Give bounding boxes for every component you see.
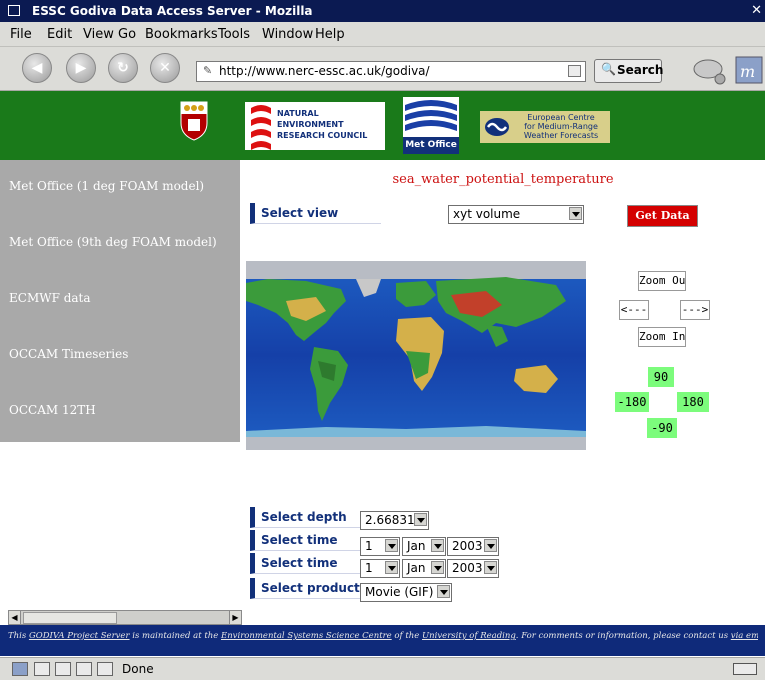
nerc-line-2: ENVIRONMENT — [277, 120, 344, 129]
sidebar-item-occam-timeseries[interactable]: OCCAM Timeseries — [9, 347, 128, 361]
search-icon: 🔍 — [601, 62, 616, 76]
menu-view[interactable]: View — [83, 27, 114, 42]
variable-title: sea_water_potential_temperature — [392, 172, 614, 187]
reading-link[interactable]: University of Reading — [422, 631, 516, 641]
metoffice-logo: Met Office — [403, 97, 459, 154]
throbber: m — [690, 51, 765, 87]
svg-text:m: m — [740, 62, 755, 81]
depth-select[interactable]: 2.66831 — [360, 511, 429, 530]
connection-icon — [733, 663, 757, 675]
mail-icon[interactable] — [34, 662, 50, 676]
get-data-button[interactable]: Get Data — [627, 205, 698, 227]
zoom-in-button[interactable]: Zoom In — [638, 327, 686, 347]
ecmwf-line-1: European Centre — [527, 113, 595, 122]
scroll-left-icon[interactable]: ◀ — [9, 611, 21, 624]
menu-help[interactable]: Help — [315, 27, 345, 42]
scroll-right-icon[interactable]: ▶ — [229, 611, 241, 624]
close-icon[interactable]: ✕ — [751, 3, 762, 18]
chat-icon[interactable] — [55, 662, 71, 676]
window-title-bar: ESSC Godiva Data Access Server - Mozilla… — [0, 0, 765, 22]
url-text[interactable]: http://www.nerc-essc.ac.uk/godiva/ — [219, 64, 430, 78]
url-dropdown-icon[interactable] — [568, 65, 581, 77]
time-start-day-select[interactable]: 1 — [360, 537, 400, 556]
menu-file[interactable]: File — [10, 27, 32, 42]
time-start-year-select[interactable]: 2003 — [447, 537, 499, 556]
ecmwf-line-3: Weather Forecasts — [523, 131, 599, 140]
west-bound[interactable]: -180 — [615, 392, 649, 412]
address-book-icon[interactable] — [97, 662, 113, 676]
east-bound[interactable]: 180 — [677, 392, 709, 412]
nerc-line-3: RESEARCH COUNCIL — [277, 131, 368, 140]
navigation-toolbar: ◀ ▶ ↻ ✕ ✎ http://www.nerc-essc.ac.uk/god… — [0, 47, 765, 91]
page-icon: ✎ — [203, 64, 213, 77]
select-view-label: Select view — [250, 203, 381, 224]
time-end-year-select[interactable]: 2003 — [447, 559, 499, 578]
menu-go[interactable]: Go — [118, 27, 136, 42]
search-button[interactable]: 🔍 Search — [594, 59, 663, 83]
chevron-down-icon — [431, 539, 444, 552]
pan-right-button[interactable]: ---> — [680, 300, 710, 320]
composer-icon[interactable] — [76, 662, 92, 676]
window-title: ESSC Godiva Data Access Server - Mozilla — [32, 4, 313, 18]
scrollbar-thumb[interactable] — [23, 612, 117, 624]
select-depth-label: Select depth — [250, 507, 360, 528]
nerc-logo: NATURAL ENVIRONMENT RESEARCH COUNCIL — [245, 102, 385, 150]
pan-left-button[interactable]: <--- — [619, 300, 649, 320]
time-start-month-select[interactable]: Jan — [402, 537, 446, 556]
menu-window[interactable]: Window — [262, 27, 313, 42]
sidebar-item-occam-12th[interactable]: OCCAM 12TH — [9, 403, 96, 417]
world-map-image[interactable] — [246, 261, 586, 450]
select-product-label: Select product — [250, 578, 360, 599]
time-end-day-select[interactable]: 1 — [360, 559, 400, 578]
time-end-month-select[interactable]: Jan — [402, 559, 446, 578]
page-footer: This GODIVA Project Server is maintained… — [0, 625, 765, 656]
university-crest-logo — [180, 101, 208, 141]
reload-icon[interactable]: ↻ — [108, 53, 138, 83]
sidebar-item-ecmwf[interactable]: ECMWF data — [9, 291, 91, 305]
chevron-down-icon — [484, 539, 497, 552]
godiva-link[interactable]: GODIVA Project Server — [29, 631, 130, 641]
sidebar-item-metoffice-9th[interactable]: Met Office (9th deg FOAM model) — [9, 235, 217, 249]
chevron-down-icon — [385, 539, 398, 552]
chevron-down-icon — [437, 585, 450, 598]
nerc-line-1: NATURAL — [277, 109, 319, 118]
ecmwf-line-2: for Medium-Range — [524, 122, 598, 131]
zoom-out-button[interactable]: Zoom Out — [638, 271, 686, 291]
chevron-down-icon — [569, 207, 582, 220]
north-bound[interactable]: 90 — [648, 367, 674, 387]
menu-tools[interactable]: Tools — [218, 27, 250, 42]
select-time-start-label: Select time — [250, 530, 360, 551]
forward-icon[interactable]: ▶ — [66, 53, 96, 83]
product-select[interactable]: Movie (GIF) — [360, 583, 452, 602]
essc-link[interactable]: Environmental Systems Science Centre — [221, 631, 392, 641]
chevron-down-icon — [385, 561, 398, 574]
navigator-icon[interactable] — [12, 662, 28, 676]
menu-edit[interactable]: Edit — [47, 27, 72, 42]
south-bound[interactable]: -90 — [647, 418, 677, 438]
chevron-down-icon — [431, 561, 444, 574]
ecmwf-logo: European Centre for Medium-Range Weather… — [480, 111, 610, 143]
stop-icon[interactable]: ✕ — [150, 53, 180, 83]
status-bar: Done — [0, 657, 765, 680]
status-text: Done — [122, 662, 154, 676]
email-link[interactable]: via email — [731, 631, 758, 641]
header-banner: NATURAL ENVIRONMENT RESEARCH COUNCIL Met… — [0, 91, 765, 160]
horizontal-scrollbar[interactable]: ◀ ▶ — [8, 610, 242, 625]
select-time-end-label: Select time — [250, 553, 360, 574]
dataset-sidebar: Met Office (1 deg FOAM model) Met Office… — [0, 160, 240, 442]
chevron-down-icon — [414, 513, 427, 526]
metoffice-label: Met Office — [403, 137, 459, 154]
url-bar[interactable]: ✎ http://www.nerc-essc.ac.uk/godiva/ — [196, 61, 586, 82]
back-icon[interactable]: ◀ — [22, 53, 52, 83]
window-menu-icon[interactable] — [8, 5, 20, 16]
sidebar-item-metoffice-1deg[interactable]: Met Office (1 deg FOAM model) — [9, 179, 204, 193]
chevron-down-icon — [484, 561, 497, 574]
menu-bar: File Edit View Go Bookmarks Tools Window… — [0, 22, 765, 47]
menu-bookmarks[interactable]: Bookmarks — [145, 27, 218, 42]
view-select[interactable]: xyt volume — [448, 205, 584, 224]
